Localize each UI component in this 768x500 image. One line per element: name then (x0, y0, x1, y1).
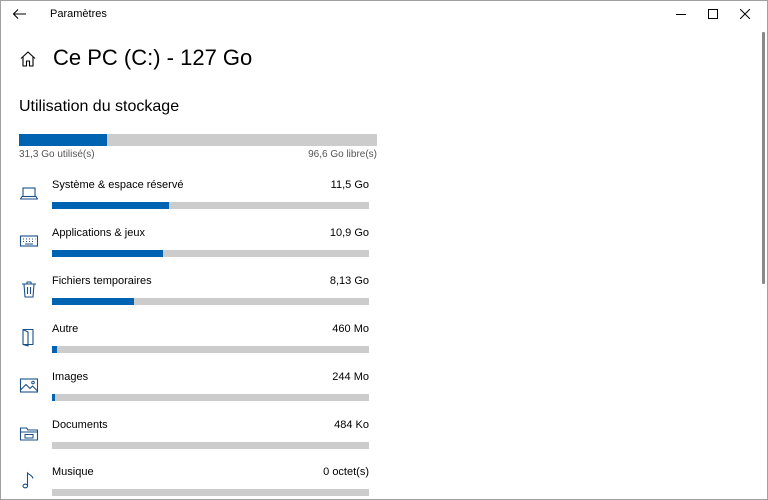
maximize-icon (708, 6, 718, 24)
category-size: 244 Mo (332, 371, 369, 383)
music-note-icon (19, 470, 39, 490)
title-bar: Paramètres (0, 0, 768, 29)
category-usage-bar (52, 298, 369, 305)
category-label: Applications & jeux (52, 227, 145, 239)
page-header: Ce PC (C:) - 127 Go (19, 45, 519, 73)
category-images[interactable]: Images 244 Mo (19, 371, 379, 415)
section-title: Utilisation du stockage (19, 98, 180, 115)
category-label: Autre (52, 323, 79, 335)
window-title: Paramètres (50, 8, 107, 20)
free-space-label: 96,6 Go libre(s) (308, 149, 377, 160)
scrollbar[interactable] (761, 30, 766, 500)
category-label: Fichiers temporaires (52, 275, 152, 287)
close-icon (739, 6, 751, 24)
book-icon (19, 327, 39, 347)
category-usage-bar (52, 394, 369, 401)
minimize-icon (676, 6, 686, 24)
category-usage-fill (52, 202, 170, 209)
category-size: 8,13 Go (329, 275, 369, 287)
category-label: Documents (52, 419, 108, 431)
category-label: Images (52, 371, 89, 383)
category-size: 0 octet(s) (323, 466, 369, 478)
category-usage-fill (52, 298, 135, 305)
category-label: Musique (52, 466, 94, 478)
category-usage-fill (52, 394, 55, 401)
category-usage-bar (52, 489, 369, 496)
category-size: 484 Ko (334, 419, 369, 431)
laptop-icon (19, 183, 39, 203)
category-size: 10,9 Go (329, 227, 369, 239)
category-usage-fill (52, 346, 57, 353)
category-size: 11,5 Go (330, 179, 369, 191)
category-label: Système & espace réservé (52, 179, 184, 191)
category-usage-bar (52, 250, 369, 257)
scrollbar-thumb[interactable] (762, 32, 765, 284)
overall-usage-fill (19, 134, 108, 146)
category-other[interactable]: Autre 460 Mo (19, 323, 379, 367)
category-system[interactable]: Système & espace réservé 11,5 Go (19, 179, 379, 223)
category-documents[interactable]: Documents 484 Ko (19, 419, 379, 463)
home-icon[interactable] (19, 50, 37, 68)
trash-icon (19, 279, 39, 299)
category-temp-files[interactable]: Fichiers temporaires 8,13 Go (19, 275, 379, 319)
back-arrow-icon[interactable] (11, 5, 29, 23)
overall-usage-bar (19, 134, 377, 146)
used-space-label: 31,3 Go utilisé(s) (19, 149, 95, 160)
category-usage-bar (52, 346, 369, 353)
category-usage-bar (52, 442, 369, 449)
image-icon (19, 375, 39, 395)
keyboard-icon (19, 231, 39, 251)
folder-icon (19, 423, 39, 443)
close-button[interactable] (722, 0, 768, 29)
category-apps[interactable]: Applications & jeux 10,9 Go (19, 227, 379, 271)
category-size: 460 Mo (332, 323, 369, 335)
category-usage-fill (52, 250, 163, 257)
category-music[interactable]: Musique 0 octet(s) (19, 466, 379, 500)
page-title: Ce PC (C:) - 127 Go (53, 45, 253, 70)
category-usage-bar (52, 202, 369, 209)
